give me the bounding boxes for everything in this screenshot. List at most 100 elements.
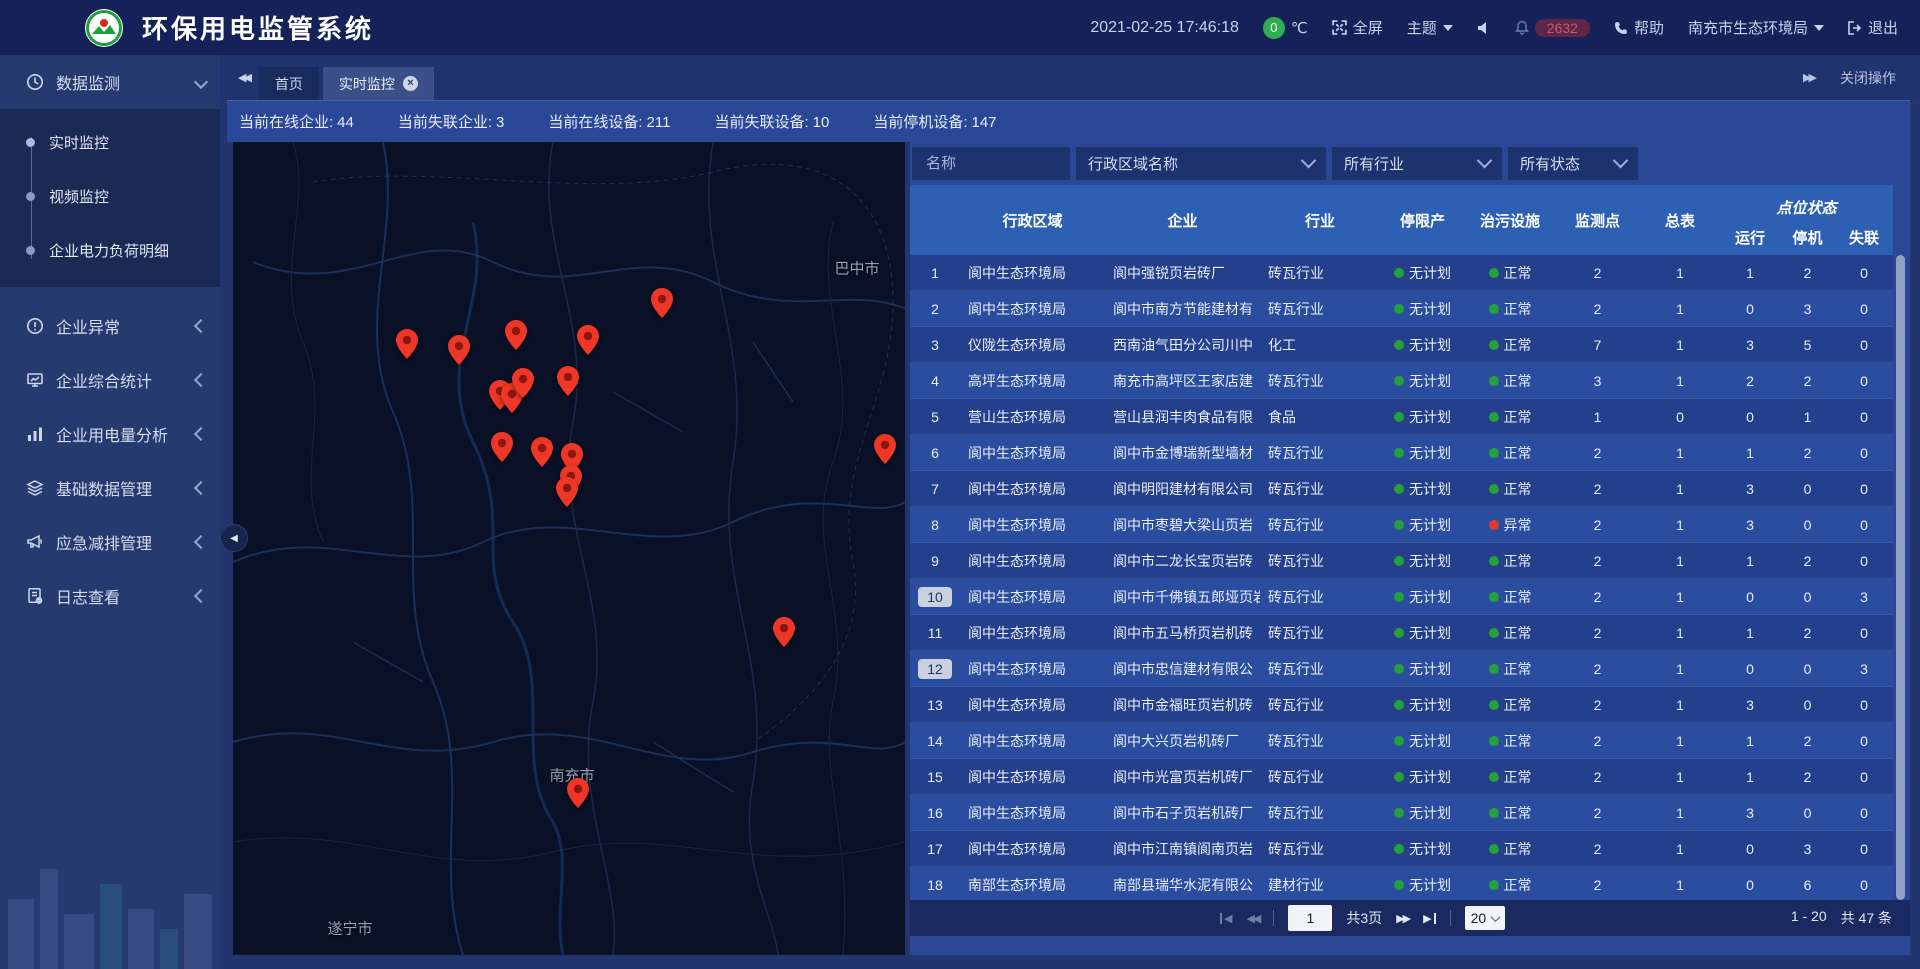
map-pin-icon[interactable] (773, 617, 795, 647)
cell-points: 2 (1555, 517, 1640, 533)
map-city-label: 巴中市 (834, 258, 879, 279)
map-city-label: 遂宁市 (327, 918, 372, 939)
table-row[interactable]: 3 仪陇生态环境局 西南油气田分公司川中 化工 无计划 正常 7 1 3 5 0 (910, 327, 1893, 363)
sidebar-item-power-analysis[interactable]: 企业用电量分析 (0, 407, 220, 461)
sidebar-item-emergency-reduction[interactable]: 应急减排管理 (0, 515, 220, 569)
close-icon[interactable]: × (403, 76, 418, 91)
tabs-expand-icon[interactable]: ▶▶ (1803, 71, 1814, 84)
sidebar-item-enterprise-statistics[interactable]: 企业综合统计 (0, 353, 220, 407)
table-scrollbar[interactable] (1896, 255, 1905, 900)
table-row[interactable]: 8 阆中生态环境局 阆中市枣碧大梁山页岩 砖瓦行业 无计划 异常 2 1 3 0… (910, 507, 1893, 543)
status-dot (1394, 700, 1404, 710)
divider (1273, 910, 1274, 926)
sidebar-item-log-view[interactable]: 日志查看 (0, 569, 220, 623)
cell-company: 阆中市二龙长宝页岩砖 (1105, 551, 1260, 571)
sidebar-item-video-monitor[interactable]: 视频监控 (0, 169, 220, 223)
cell-industry: 食品 (1260, 407, 1380, 427)
first-page-button[interactable]: ◀ (1220, 912, 1232, 925)
table-row[interactable]: 13 阆中生态环境局 阆中市金福旺页岩机砖 砖瓦行业 无计划 正常 2 1 3 … (910, 687, 1893, 723)
map-pin-icon[interactable] (505, 320, 527, 350)
map-pin-icon[interactable] (874, 434, 896, 464)
status-dot (1394, 592, 1404, 602)
table-row[interactable]: 16 阆中生态环境局 阆中市石子页岩机砖厂 砖瓦行业 无计划 正常 2 1 3 … (910, 795, 1893, 831)
sidebar-item-base-data[interactable]: 基础数据管理 (0, 461, 220, 515)
table-row[interactable]: 9 阆中生态环境局 阆中市二龙长宝页岩砖 砖瓦行业 无计划 正常 2 1 1 2… (910, 543, 1893, 579)
map-canvas[interactable]: 巴中市 南充市 遂宁市 (233, 142, 905, 955)
cell-points: 1 (1555, 409, 1640, 425)
table-row[interactable]: 11 阆中生态环境局 阆中市五马桥页岩机砖 砖瓦行业 无计划 正常 2 1 1 … (910, 615, 1893, 651)
table-row[interactable]: 17 阆中生态环境局 阆中市江南镇阆南页岩 砖瓦行业 无计划 正常 2 1 0 … (910, 831, 1893, 867)
theme-dropdown[interactable]: 主题 (1407, 17, 1453, 38)
cell-region: 阆中生态环境局 (960, 839, 1105, 859)
table-row[interactable]: 14 阆中生态环境局 阆中大兴页岩机砖厂 砖瓦行业 无计划 正常 2 1 1 2… (910, 723, 1893, 759)
industry-select[interactable]: 所有行业 (1332, 147, 1502, 180)
map-pin-icon[interactable] (567, 778, 589, 808)
logout-button[interactable]: 退出 (1848, 17, 1898, 38)
status-dot (1394, 340, 1404, 350)
table-row[interactable]: 18 南部生态环境局 南部县瑞华水泥有限公 建材行业 无计划 正常 2 1 0 … (910, 867, 1893, 900)
last-page-button[interactable]: ▶ (1423, 912, 1435, 925)
cell-lost: 0 (1835, 733, 1893, 749)
tab-home[interactable]: 首页 (259, 67, 319, 100)
status-select[interactable]: 所有状态 (1508, 147, 1638, 180)
panel-collapse-toggle[interactable]: ◀ (220, 524, 248, 552)
cell-limit: 无计划 (1380, 767, 1465, 787)
user-dropdown[interactable]: 南充市生态环境局 (1688, 17, 1824, 38)
cell-region: 阆中生态环境局 (960, 479, 1105, 499)
table-row[interactable]: 7 阆中生态环境局 阆中明阳建材有限公司 砖瓦行业 无计划 正常 2 1 3 0… (910, 471, 1893, 507)
cell-meter: 1 (1640, 697, 1720, 713)
map-pin-icon[interactable] (512, 368, 534, 398)
map-pin-icon[interactable] (557, 366, 579, 396)
layers-icon (26, 479, 44, 497)
close-operations-button[interactable]: 关闭操作 (1840, 68, 1896, 88)
page-size-select[interactable]: 20 (1465, 906, 1506, 930)
table-body: 1 阆中生态环境局 阆中强锐页岩砖厂 砖瓦行业 无计划 正常 2 1 1 2 0… (910, 255, 1893, 900)
notification-bell[interactable]: 2632 (1515, 19, 1590, 37)
map-pin-icon[interactable] (531, 437, 553, 467)
table-row[interactable]: 6 阆中生态环境局 阆中市金博瑞新型墙材 砖瓦行业 无计划 正常 2 1 1 2… (910, 435, 1893, 471)
scrollbar-thumb[interactable] (1896, 255, 1905, 900)
cell-points: 2 (1555, 733, 1640, 749)
help-button[interactable]: 帮助 (1614, 17, 1664, 38)
map-pin-icon[interactable] (577, 325, 599, 355)
map-pin-icon[interactable] (491, 432, 513, 462)
cell-run: 1 (1720, 625, 1780, 641)
cell-lost: 0 (1835, 481, 1893, 497)
table-row[interactable]: 12 阆中生态环境局 阆中市忠信建材有限公 砖瓦行业 无计划 正常 2 1 0 … (910, 651, 1893, 687)
region-select[interactable]: 行政区域名称 (1076, 147, 1326, 180)
status-dot (1489, 556, 1499, 566)
row-index: 7 (918, 479, 952, 499)
tab-realtime-monitor[interactable]: 实时监控 × (323, 67, 434, 100)
sidebar-item-enterprise-abnormal[interactable]: 企业异常 (0, 299, 220, 353)
sidebar-item-data-monitor[interactable]: 数据监测 (0, 55, 220, 109)
table-row[interactable]: 15 阆中生态环境局 阆中市光富页岩机砖厂 砖瓦行业 无计划 正常 2 1 1 … (910, 759, 1893, 795)
sidebar-item-realtime-monitor[interactable]: 实时监控 (0, 115, 220, 169)
table-row[interactable]: 4 高坪生态环境局 南充市高坪区王家店建 砖瓦行业 无计划 正常 3 1 2 2… (910, 363, 1893, 399)
cell-lost: 3 (1835, 589, 1893, 605)
next-page-button[interactable]: ▶▶ (1396, 912, 1409, 925)
name-search-input[interactable] (924, 154, 1058, 173)
map-pin-icon[interactable] (651, 288, 673, 318)
fullscreen-button[interactable]: 全屏 (1332, 17, 1383, 38)
tabs-collapse-icon[interactable]: ◀◀ (238, 71, 249, 84)
sidebar-item-power-load-detail[interactable]: 企业电力负荷明细 (0, 223, 220, 277)
cell-meter: 1 (1640, 733, 1720, 749)
mute-icon[interactable] (1477, 21, 1491, 35)
table-row[interactable]: 5 营山生态环境局 营山县润丰肉食品有限 食品 无计划 正常 1 0 0 1 0 (910, 399, 1893, 435)
cell-points: 2 (1555, 625, 1640, 641)
cell-lost: 0 (1835, 769, 1893, 785)
page-number-input[interactable] (1288, 905, 1332, 931)
map-pin-icon[interactable] (556, 477, 578, 507)
table-row[interactable]: 2 阆中生态环境局 阆中市南方节能建材有 砖瓦行业 无计划 正常 2 1 0 3… (910, 291, 1893, 327)
map-pin-icon[interactable] (396, 329, 418, 359)
status-dot (1489, 844, 1499, 854)
map-pin-icon[interactable] (448, 335, 470, 365)
cell-company: 阆中市江南镇阆南页岩 (1105, 839, 1260, 859)
prev-page-button[interactable]: ◀◀ (1246, 912, 1259, 925)
table-row[interactable]: 1 阆中生态环境局 阆中强锐页岩砖厂 砖瓦行业 无计划 正常 2 1 1 2 0 (910, 255, 1893, 291)
cell-points: 2 (1555, 661, 1640, 677)
tab-bar: ◀◀ 首页 实时监控 × ▶▶ 关闭操作 (220, 55, 1920, 100)
cell-facility: 正常 (1465, 263, 1555, 283)
table-row[interactable]: 10 阆中生态环境局 阆中市千佛镇五郎垭页岩 砖瓦行业 无计划 正常 2 1 0… (910, 579, 1893, 615)
row-index: 9 (918, 551, 952, 571)
